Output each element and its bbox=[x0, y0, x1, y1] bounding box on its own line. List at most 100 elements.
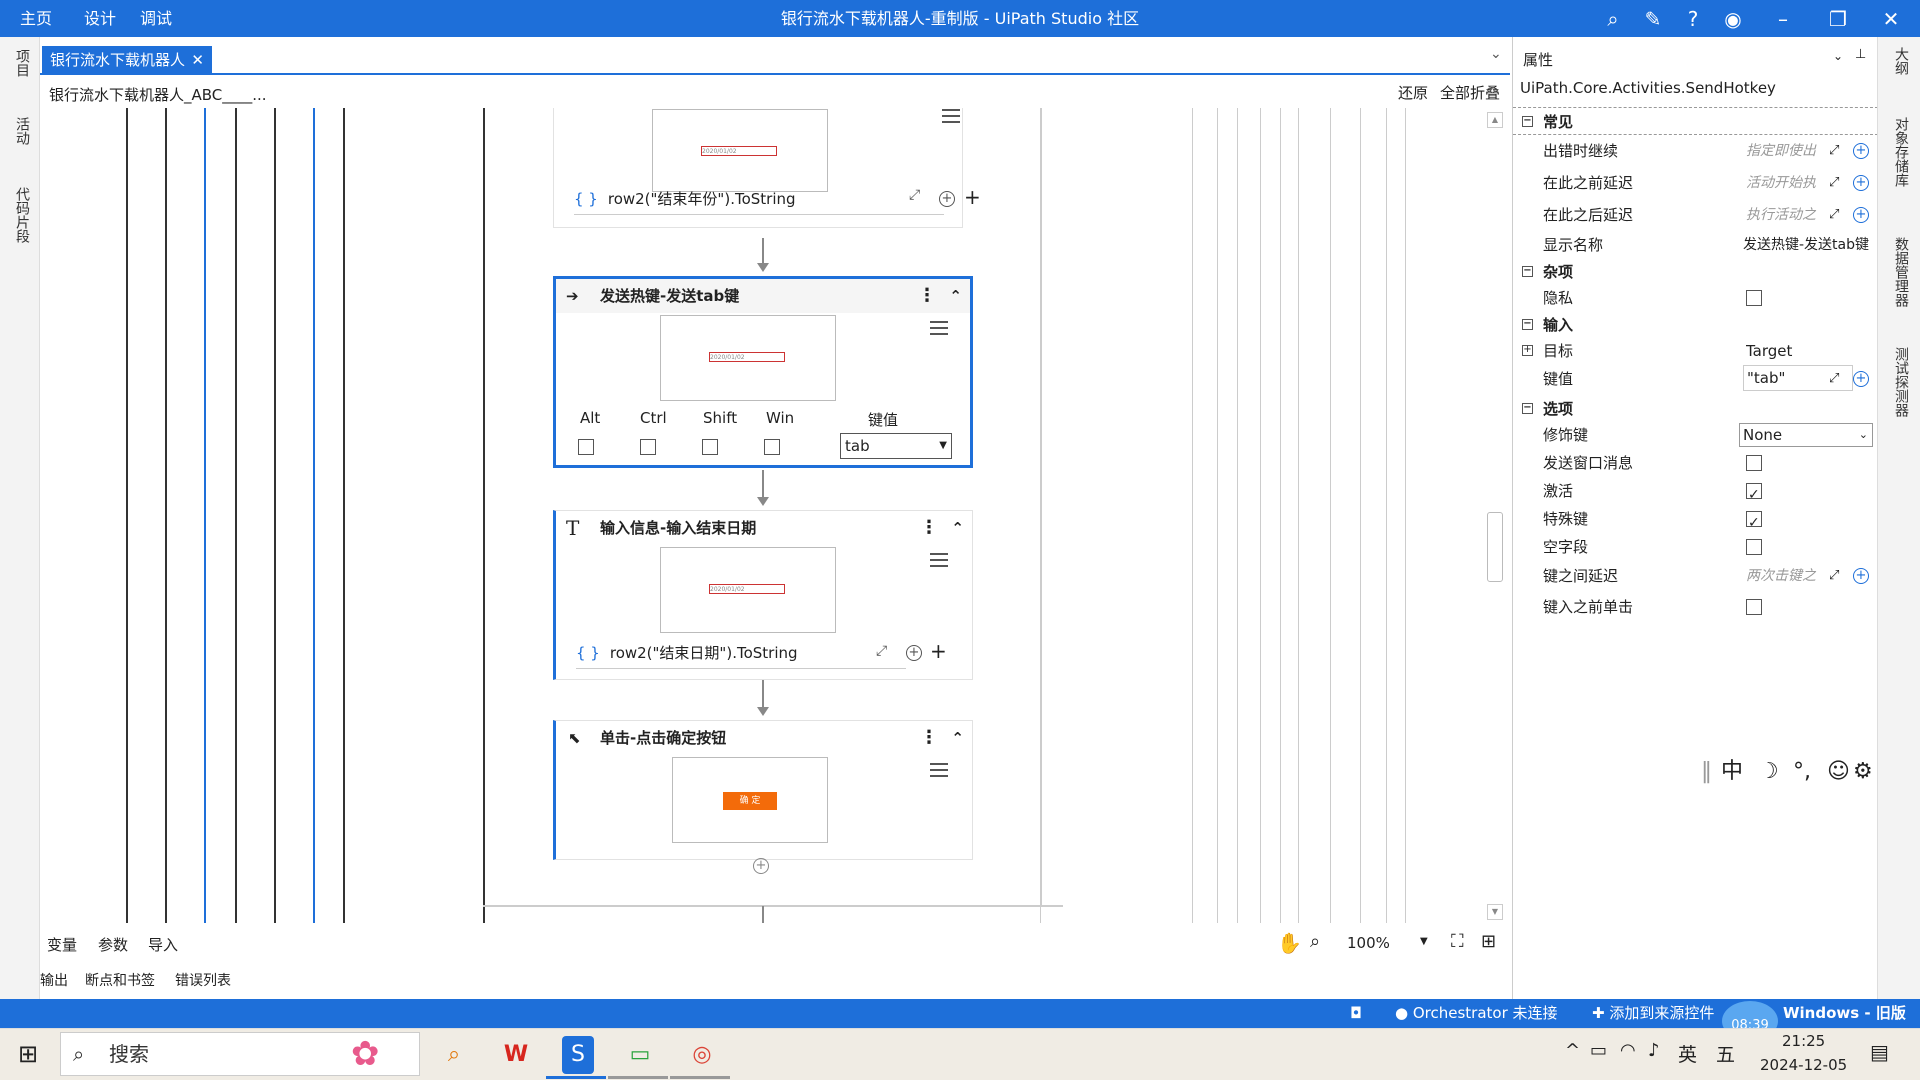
shift-checkbox[interactable] bbox=[702, 439, 718, 455]
orchestrator-status[interactable]: ● Orchestrator 未连接 bbox=[1395, 999, 1558, 1028]
add-circle-icon[interactable]: + bbox=[906, 645, 922, 661]
empty-field-checkbox[interactable] bbox=[1746, 539, 1762, 555]
scroll-down-icon[interactable]: ▼ bbox=[1487, 904, 1503, 920]
menu-icon[interactable] bbox=[930, 321, 948, 335]
add-circle-icon[interactable]: + bbox=[1853, 143, 1869, 159]
section-misc[interactable]: − 杂项 bbox=[1513, 258, 1878, 286]
input-lang[interactable]: 英 bbox=[1678, 1040, 1697, 1067]
zoom-level[interactable]: 100% bbox=[1347, 934, 1390, 952]
special-key-checkbox[interactable] bbox=[1746, 509, 1762, 537]
activity-header[interactable]: T 输入信息-输入结束日期 ⋮ ⌃ bbox=[556, 511, 972, 545]
menu-home[interactable]: 主页 bbox=[20, 0, 52, 37]
search-icon[interactable]: ⌕ bbox=[1600, 6, 1626, 32]
ime-lang[interactable]: 中 bbox=[1721, 755, 1743, 789]
activity-header[interactable]: ⬉ 单击-点击确定按钮 ⋮ ⌃ bbox=[556, 721, 972, 755]
wechat-icon[interactable]: ▭ bbox=[620, 1036, 660, 1074]
collapse-icon[interactable]: ⌃ bbox=[949, 279, 962, 313]
add-circle-icon[interactable]: + bbox=[1853, 175, 1869, 191]
section-common[interactable]: − 常见 bbox=[1513, 107, 1878, 135]
alt-checkbox[interactable] bbox=[578, 439, 594, 455]
battery-icon[interactable]: ▭ bbox=[1590, 1040, 1607, 1061]
click-before-checkbox[interactable] bbox=[1746, 599, 1762, 615]
clock-time[interactable]: 21:25 bbox=[1782, 1032, 1825, 1050]
modifiers-dropdown[interactable]: None ⌄ bbox=[1739, 423, 1873, 447]
target-value[interactable]: Target bbox=[1746, 337, 1876, 363]
expand-icon[interactable]: ⤢ bbox=[876, 643, 887, 659]
collapse-icon[interactable]: ⌃ bbox=[951, 511, 964, 545]
add-circle-icon[interactable]: + bbox=[1853, 371, 1869, 387]
activity-header[interactable]: ➔ 发送热键-发送tab键 ⋮ ⌃ bbox=[556, 279, 970, 313]
menu-design[interactable]: 设计 bbox=[84, 0, 116, 37]
volume-icon[interactable]: ♪ bbox=[1648, 1040, 1660, 1061]
minimize-icon[interactable]: – bbox=[1770, 6, 1796, 32]
plus-icon[interactable]: + bbox=[964, 185, 981, 209]
user-icon[interactable]: ◉ bbox=[1720, 6, 1746, 32]
hand-tool-icon[interactable]: ✋ bbox=[1277, 931, 1302, 955]
ime-mode[interactable]: 五 bbox=[1716, 1040, 1735, 1067]
rail-object-repository[interactable]: 对象存储库 bbox=[1891, 117, 1911, 187]
expand-icon[interactable]: + bbox=[1522, 345, 1533, 356]
tab-arguments[interactable]: 参数 bbox=[98, 934, 128, 955]
activity-title[interactable]: 输入信息-输入结束日期 bbox=[600, 519, 756, 537]
more-icon[interactable]: ⋮ bbox=[920, 721, 938, 755]
expand-icon[interactable]: ⤢ bbox=[909, 187, 920, 203]
delay-between-keys-input[interactable]: 两次击键之 bbox=[1746, 562, 1818, 588]
activity-type-into-year[interactable]: 2020/01/02 { } row2("结束年份").ToString ⤢ + … bbox=[553, 108, 981, 228]
rail-snippets[interactable]: 代码片段 bbox=[12, 187, 32, 243]
punctuation-icon[interactable]: °, bbox=[1793, 755, 1811, 789]
restore-icon[interactable]: ❐ bbox=[1825, 6, 1851, 32]
close-tab-icon[interactable]: ✕ bbox=[191, 46, 204, 74]
rail-outline[interactable]: 大纲 bbox=[1891, 47, 1911, 75]
expand-icon[interactable]: ⤢ bbox=[1829, 169, 1839, 197]
tab-variables[interactable]: 变量 bbox=[47, 934, 77, 955]
help-icon[interactable]: ? bbox=[1680, 6, 1706, 32]
rail-activities[interactable]: 活动 bbox=[12, 117, 32, 145]
display-name-input[interactable]: 发送热键-发送tab键 bbox=[1743, 231, 1875, 257]
pin-icon[interactable]: ⊥ bbox=[1855, 47, 1866, 62]
expand-icon[interactable]: ⤢ bbox=[1829, 201, 1839, 229]
add-circle-icon[interactable]: + bbox=[1853, 568, 1869, 584]
delay-after-input[interactable]: 执行活动之 bbox=[1746, 201, 1818, 227]
section-options[interactable]: − 选项 bbox=[1513, 395, 1878, 423]
win-checkbox[interactable] bbox=[764, 439, 780, 455]
key-dropdown[interactable]: tab ▼ bbox=[840, 433, 952, 459]
restore-button[interactable]: 还原 bbox=[1398, 82, 1428, 103]
tab-errors[interactable]: 错误列表 bbox=[175, 970, 231, 990]
emoji-icon[interactable]: ☺ bbox=[1827, 755, 1850, 789]
clock-date[interactable]: 2024-12-05 bbox=[1760, 1056, 1847, 1074]
menu-icon[interactable] bbox=[930, 553, 948, 567]
tab-breakpoints[interactable]: 断点和书签 bbox=[85, 970, 155, 990]
notification-icon[interactable]: ◘ bbox=[1350, 999, 1362, 1028]
canvas-scrollbar[interactable]: ▲ ▼ bbox=[1485, 112, 1505, 920]
rail-test-explorer[interactable]: 测试探测器 bbox=[1891, 347, 1911, 417]
add-circle-icon[interactable]: + bbox=[939, 191, 955, 207]
menu-icon[interactable] bbox=[930, 763, 948, 777]
delay-before-input[interactable]: 活动开始执 bbox=[1746, 169, 1818, 195]
expression-field[interactable]: { } row2("结束日期").ToString bbox=[576, 637, 906, 669]
fit-screen-icon[interactable]: ⛶ bbox=[1451, 931, 1464, 952]
designer-canvas[interactable]: 2020/01/02 { } row2("结束年份").ToString ⤢ + … bbox=[40, 108, 1510, 923]
activate-checkbox[interactable] bbox=[1746, 481, 1762, 509]
activity-title[interactable]: 发送热键-发送tab键 bbox=[600, 287, 739, 305]
collapse-icon[interactable]: ⌃ bbox=[951, 721, 964, 755]
send-window-msg-checkbox[interactable] bbox=[1746, 455, 1762, 471]
moon-icon[interactable]: ☽ bbox=[1759, 755, 1779, 789]
chrome-icon[interactable]: ◎ bbox=[682, 1036, 722, 1074]
taskbar-search[interactable]: ⌕ 搜索 ✿ bbox=[60, 1032, 420, 1076]
rail-data-manager[interactable]: 数据管理器 bbox=[1891, 237, 1911, 307]
activity-title[interactable]: 单击-点击确定按钮 bbox=[600, 729, 726, 747]
windows-start-icon[interactable]: ⊞ bbox=[18, 1040, 38, 1068]
continue-on-error-input[interactable]: 指定即使出 bbox=[1746, 137, 1818, 163]
expand-icon[interactable]: ⤢ bbox=[1829, 365, 1839, 393]
panel-dropdown-icon[interactable]: ⌄ bbox=[1833, 49, 1843, 63]
activity-click[interactable]: ⬉ 单击-点击确定按钮 ⋮ ⌃ 确 定 bbox=[553, 720, 973, 860]
collapse-icon[interactable]: − bbox=[1522, 266, 1533, 277]
menu-icon[interactable] bbox=[942, 109, 960, 123]
feedback-icon[interactable]: ✎ bbox=[1640, 6, 1666, 32]
expand-icon[interactable]: ⤢ bbox=[1829, 562, 1839, 590]
add-source-control[interactable]: ✚ 添加到来源控件 bbox=[1592, 999, 1714, 1028]
plus-icon[interactable]: + bbox=[930, 639, 947, 663]
wifi-icon[interactable]: ◠ bbox=[1620, 1040, 1636, 1061]
notification-center-icon[interactable]: ▤ bbox=[1870, 1040, 1889, 1064]
ime-handle-icon[interactable]: ‖ bbox=[1701, 755, 1712, 789]
